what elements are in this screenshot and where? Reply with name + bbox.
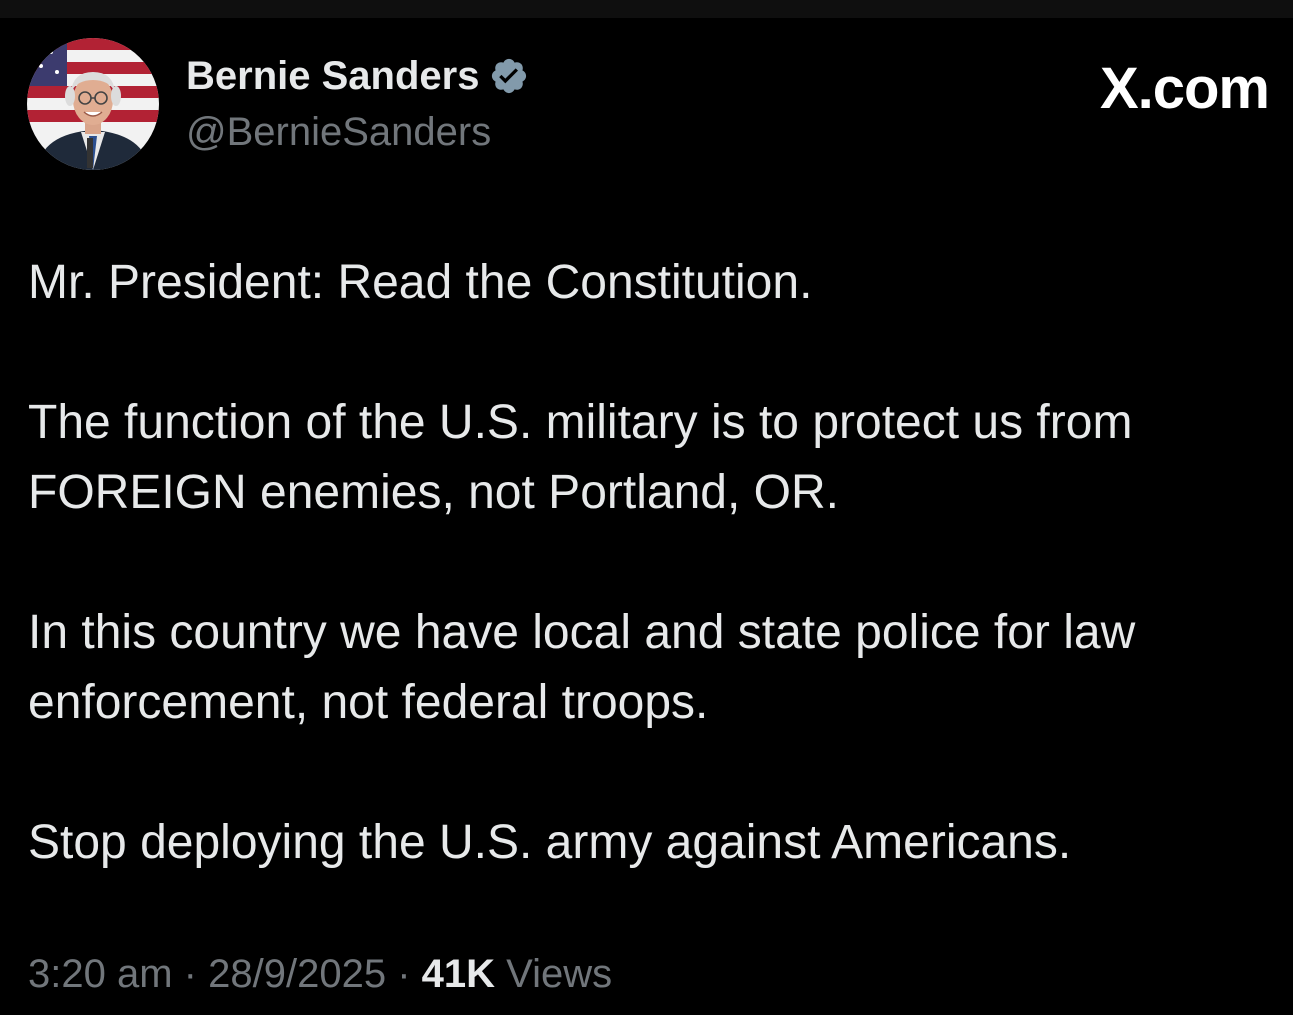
- tweet-paragraph: Mr. President: Read the Constitution.: [28, 256, 813, 309]
- author-handle[interactable]: @BernieSanders: [186, 108, 491, 156]
- tweet-date[interactable]: 28/9/2025: [208, 952, 386, 996]
- meta-separator: ·: [397, 952, 411, 996]
- tweet-text: Mr. President: Read the Constitution. Th…: [28, 248, 1268, 878]
- top-edge-strip: [0, 0, 1293, 18]
- tweet-metadata: 3:20 am · 28/9/2025 · 41K Views: [28, 948, 612, 1000]
- verified-badge-icon[interactable]: [489, 56, 529, 96]
- avatar[interactable]: [27, 38, 159, 170]
- tweet-time[interactable]: 3:20 am: [28, 952, 173, 996]
- tweet-paragraph: Stop deploying the U.S. army against Ame…: [28, 816, 1072, 869]
- views-label[interactable]: Views: [506, 952, 612, 996]
- views-count[interactable]: 41K: [422, 952, 495, 996]
- meta-separator: ·: [183, 952, 197, 996]
- author-display-name[interactable]: Bernie Sanders: [186, 52, 529, 100]
- tweet-paragraph: The function of the U.S. military is to …: [28, 396, 1133, 519]
- tweet-paragraph: In this country we have local and state …: [28, 606, 1136, 729]
- site-watermark: X.com: [1099, 56, 1270, 121]
- avatar-photo: [27, 38, 159, 170]
- author-name-text[interactable]: Bernie Sanders: [186, 52, 479, 100]
